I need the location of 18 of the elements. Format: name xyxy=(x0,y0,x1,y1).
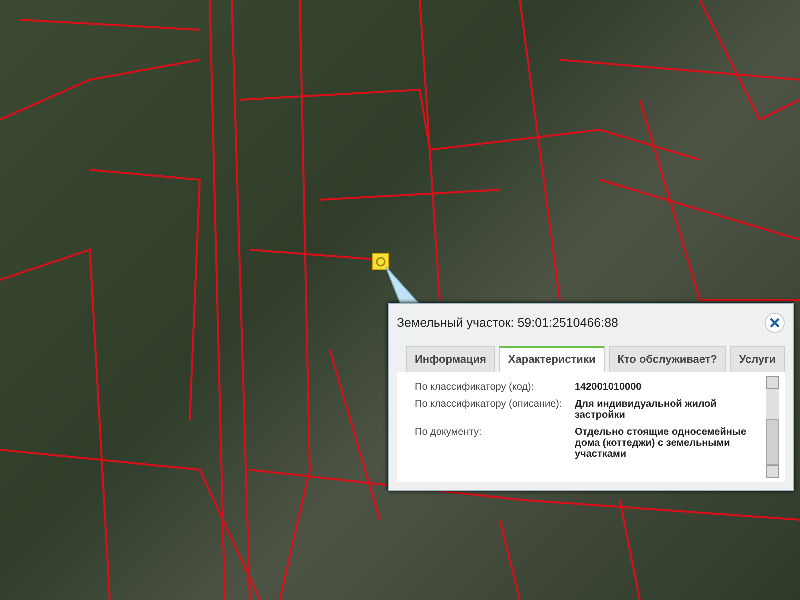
field-value: Отдельно стоящие односемейные дома (коттеджи) с земельными участками xyxy=(575,427,748,460)
popup-title: Земельный участок: 59:01:2510466:88 xyxy=(397,316,618,330)
scrollbar[interactable] xyxy=(766,376,779,478)
field-label: По классификатору (описание): xyxy=(415,399,564,412)
field-label: По документу: xyxy=(415,427,483,440)
tab[interactable]: Услуги xyxy=(730,346,785,372)
close-button[interactable] xyxy=(765,313,785,333)
scroll-thumb[interactable] xyxy=(766,419,779,465)
field-value: 142001010000 xyxy=(575,382,643,393)
close-icon xyxy=(770,318,780,328)
field-label: По классификатору (код): xyxy=(415,382,536,393)
scroll-down-icon xyxy=(766,465,779,478)
parcel-marker-icon xyxy=(372,253,390,271)
scroll-up-icon xyxy=(766,376,779,389)
tab[interactable]: Кто обслуживает? xyxy=(608,346,726,372)
tab[interactable]: Характеристики xyxy=(499,346,605,372)
field-value: Для индивидуальной жилой застройки xyxy=(575,399,718,421)
tab[interactable]: Информация xyxy=(406,346,496,372)
